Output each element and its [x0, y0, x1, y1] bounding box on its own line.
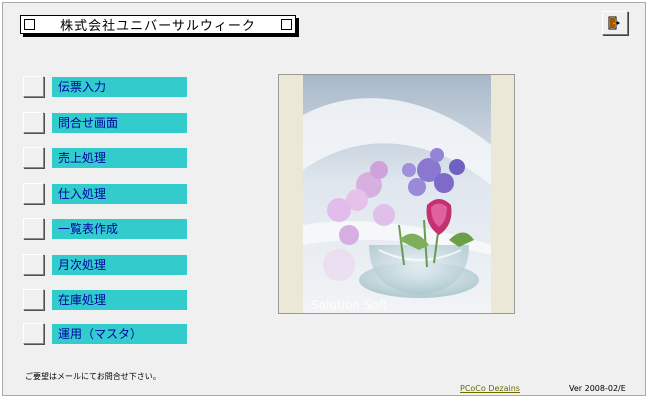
menu-label-denpyo: 伝票入力	[52, 77, 187, 97]
menu-button-zaiko[interactable]	[23, 289, 44, 310]
menu-item-ichiran[interactable]: 一覧表作成	[23, 218, 188, 239]
menu-item-toiawase[interactable]: 問合せ画面	[23, 112, 188, 133]
version-label: Ver 2008-02/E	[569, 384, 626, 393]
menu-label-ichiran: 一覧表作成	[52, 219, 187, 239]
menu-label-unyo: 運用（マスタ）	[52, 324, 187, 344]
menu-item-unyo[interactable]: 運用（マスタ）	[23, 323, 188, 344]
flower-photo: Solution Soft	[278, 74, 515, 314]
menu-item-shiire[interactable]: 仕入処理	[23, 183, 188, 204]
menu-label-shiire: 仕入処理	[52, 184, 187, 204]
menu-button-unyo[interactable]	[23, 323, 44, 344]
menu-button-toiawase[interactable]	[23, 112, 44, 133]
exit-door-icon	[608, 16, 620, 30]
main-window: 株式会社ユニバーサルウィーク 伝票入力 問合せ画面 売上処理 仕入処理 一覧表作…	[2, 2, 646, 396]
exit-button[interactable]	[602, 11, 628, 35]
flower-illustration: Solution Soft	[279, 75, 514, 313]
menu-button-uriage[interactable]	[23, 147, 44, 168]
footer-note: ご要望はメールにてお問合せ下さい。	[25, 372, 161, 381]
menu-button-denpyo[interactable]	[23, 76, 44, 97]
menu-label-getsuji: 月次処理	[52, 255, 187, 275]
app-title-box: 株式会社ユニバーサルウィーク	[20, 15, 296, 34]
title-left-square-icon	[24, 19, 35, 30]
menu-label-uriage: 売上処理	[52, 148, 187, 168]
menu-item-denpyo[interactable]: 伝票入力	[23, 76, 188, 97]
title-right-square-icon	[281, 19, 292, 30]
menu-item-getsuji[interactable]: 月次処理	[23, 254, 188, 275]
menu-item-zaiko[interactable]: 在庫処理	[23, 289, 188, 310]
menu-item-uriage[interactable]: 売上処理	[23, 147, 188, 168]
photo-watermark: Solution Soft	[311, 298, 388, 312]
menu-label-zaiko: 在庫処理	[52, 290, 187, 310]
menu-button-ichiran[interactable]	[23, 218, 44, 239]
menu-button-shiire[interactable]	[23, 183, 44, 204]
menu-button-getsuji[interactable]	[23, 254, 44, 275]
footer-link[interactable]: PCoCo Dezains	[460, 384, 520, 393]
app-title: 株式会社ユニバーサルウィーク	[60, 19, 256, 34]
menu-label-toiawase: 問合せ画面	[52, 113, 187, 133]
